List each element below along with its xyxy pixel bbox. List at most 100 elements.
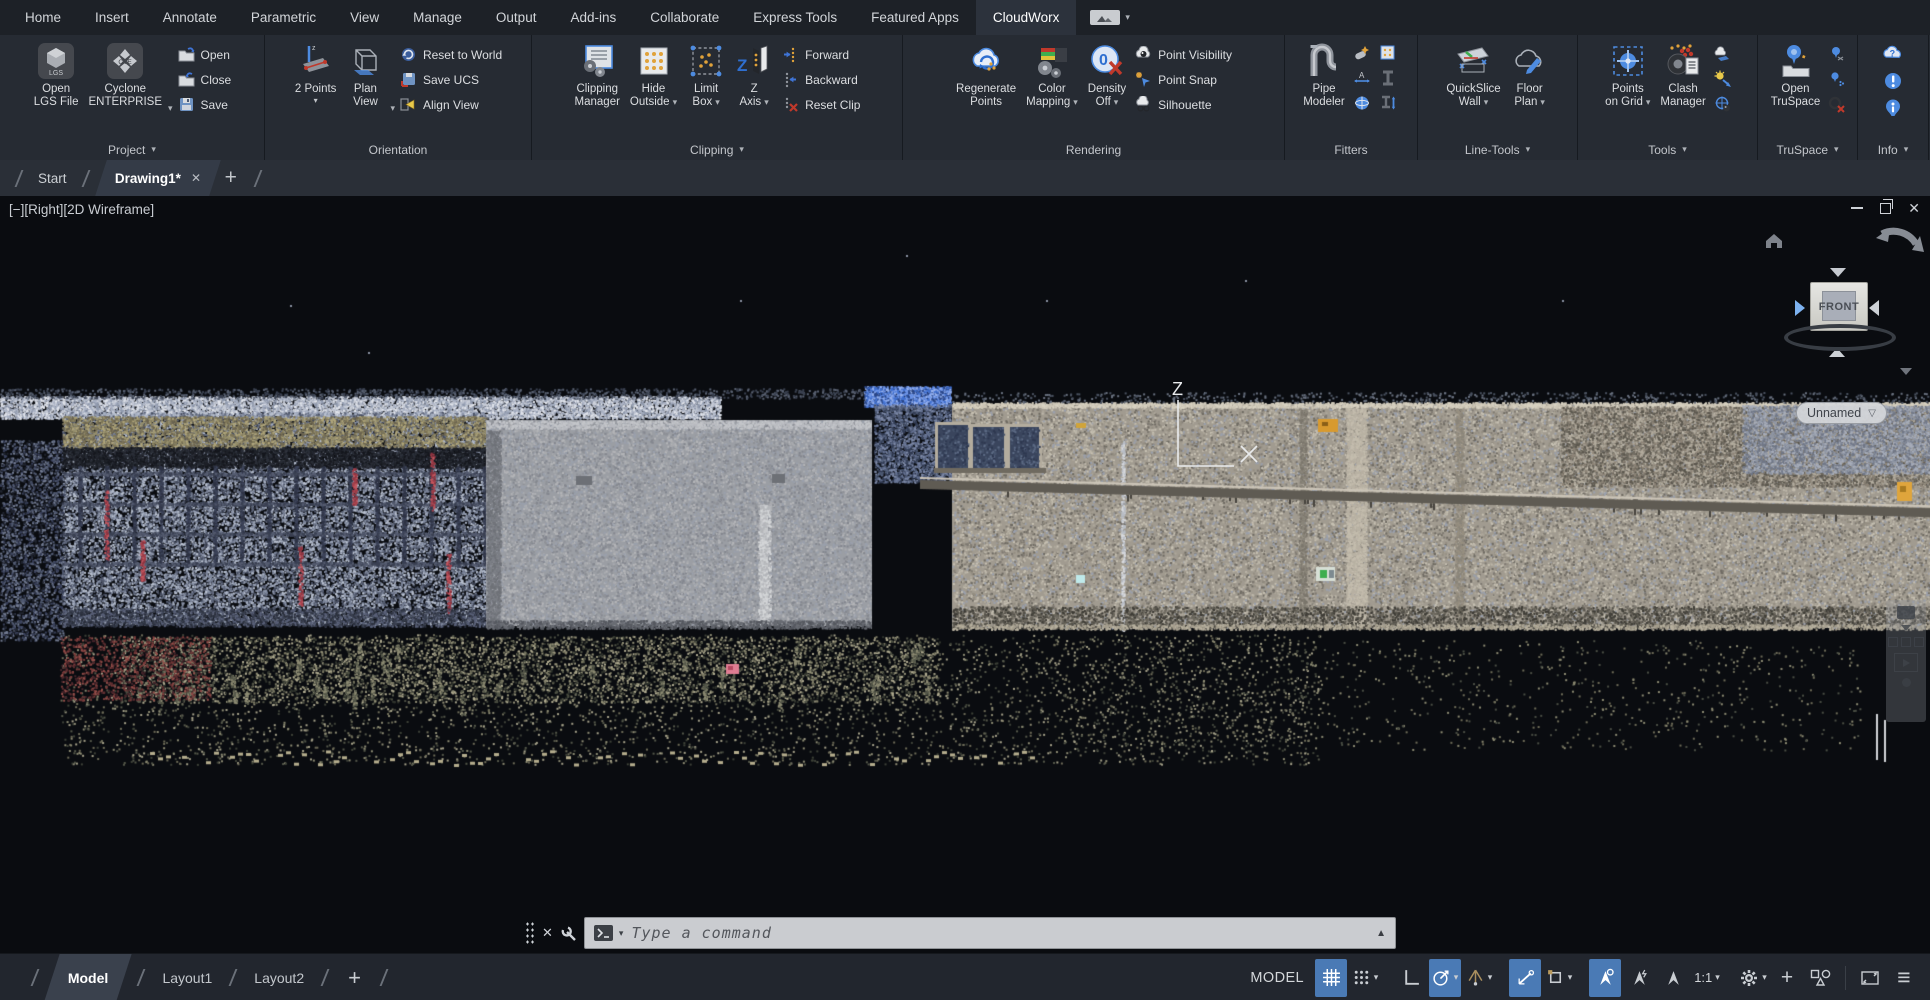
- silhouette-button[interactable]: Silhouette: [1132, 92, 1235, 117]
- status-menu-button[interactable]: ≡: [1888, 959, 1920, 997]
- steel-beam-button[interactable]: [1377, 67, 1399, 88]
- point-visibility-button[interactable]: Point Visibility: [1132, 42, 1235, 67]
- close-drawing-icon[interactable]: ✕: [191, 171, 201, 185]
- help-button[interactable]: ?: [1882, 43, 1904, 64]
- command-expand-icon[interactable]: ▲: [1376, 928, 1386, 939]
- workspace-switching-button[interactable]: ▾: [1737, 959, 1769, 997]
- close-icon[interactable]: ✕: [1908, 201, 1920, 215]
- limit-box-button[interactable]: Limit Box▾: [683, 38, 729, 139]
- save-ucs-button[interactable]: Save UCS: [397, 67, 505, 92]
- two-points-caret[interactable]: ▾: [314, 97, 318, 105]
- viewcube-right-arrow[interactable]: [1869, 300, 1879, 316]
- plan-view-caret[interactable]: ▾: [390, 104, 395, 113]
- model-viewport[interactable]: [−][Right][2D Wireframe] ✕ FRONT Unnamed…: [0, 196, 1930, 953]
- workspace-caret-icon[interactable]: ▾: [1762, 972, 1767, 983]
- annotation-scale-value[interactable]: 1:1 ▾: [1691, 959, 1723, 997]
- command-history-caret[interactable]: ▾: [619, 928, 624, 939]
- dimension-button[interactable]: A: [1351, 67, 1373, 88]
- truspace-points-button[interactable]: [1826, 68, 1848, 89]
- new-layout-button[interactable]: +: [338, 965, 371, 991]
- osnap-caret-icon[interactable]: ▾: [1568, 972, 1573, 983]
- layout1-tab[interactable]: Layout1: [154, 954, 220, 1000]
- customization-button[interactable]: +: [1771, 959, 1803, 997]
- truview-ghost-toolbar[interactable]: [1886, 600, 1926, 722]
- layout2-tab[interactable]: Layout2: [246, 954, 312, 1000]
- clip-state-pill[interactable]: Unnamed ▽: [1796, 402, 1887, 424]
- command-prompt-icon[interactable]: [594, 925, 613, 941]
- sketch-steel-button[interactable]: [1377, 42, 1399, 63]
- pipe-modeler-button[interactable]: Pipe Modeler: [1299, 38, 1349, 139]
- problem-report-button[interactable]: [1882, 70, 1904, 91]
- annotation-autoscale-toggle[interactable]: [1623, 959, 1655, 997]
- panel-title-truspace[interactable]: TruSpace▾: [1758, 139, 1857, 160]
- clip-forward-button[interactable]: Forward: [779, 42, 863, 67]
- hide-outside-caret[interactable]: ▾: [673, 98, 678, 107]
- color-mapping-caret[interactable]: ▾: [1073, 98, 1078, 107]
- tab-home[interactable]: Home: [8, 0, 78, 35]
- command-bar-grip[interactable]: [524, 920, 535, 946]
- navbar-collapse-arrow[interactable]: [1900, 368, 1912, 375]
- snap-mode-toggle[interactable]: ▾: [1349, 959, 1381, 997]
- points-on-grid-caret[interactable]: ▾: [1646, 98, 1651, 107]
- quickslice-caret[interactable]: ▾: [1484, 98, 1489, 107]
- viewport-controls-label[interactable]: [−][Right][2D Wireframe]: [9, 202, 154, 217]
- open-lgs-file-button[interactable]: LGS Open LGS File: [30, 38, 83, 139]
- panel-title-line-tools[interactable]: Line-Tools▾: [1418, 139, 1577, 160]
- ortho-toggle[interactable]: [1395, 959, 1427, 997]
- density-off-button[interactable]: 0 Density Off▾: [1084, 38, 1130, 139]
- truspace-off-button[interactable]: [1826, 93, 1848, 114]
- ghost-square-icon[interactable]: [1888, 637, 1898, 647]
- clipping-manager-button[interactable]: Clipping Manager: [571, 38, 624, 139]
- point-snap-button[interactable]: Point Snap: [1132, 67, 1235, 92]
- tab-cloudworx[interactable]: CloudWorx: [976, 0, 1077, 35]
- two-points-button[interactable]: z 2 Points ▾: [291, 38, 341, 139]
- viewcube-top-arrow[interactable]: [1830, 268, 1846, 277]
- hide-outside-button[interactable]: Hide Outside▾: [626, 38, 681, 139]
- polar-tracking-toggle[interactable]: ▾: [1429, 959, 1461, 997]
- light-wand-button[interactable]: [1712, 68, 1734, 89]
- cyclone-dropdown-caret[interactable]: ▾: [168, 104, 173, 113]
- z-axis-button[interactable]: Z Z Axis▾: [731, 38, 777, 139]
- color-mapping-button[interactable]: Color Mapping▾: [1022, 38, 1082, 139]
- density-caret[interactable]: ▾: [1114, 98, 1119, 107]
- viewcube-home-icon[interactable]: [1764, 232, 1784, 250]
- snap-caret-icon[interactable]: ▾: [1374, 972, 1379, 983]
- tab-annotate[interactable]: Annotate: [146, 0, 234, 35]
- minimize-icon[interactable]: [1851, 207, 1863, 209]
- truspace-view-button[interactable]: [1826, 43, 1848, 64]
- panel-title-orientation[interactable]: Orientation: [265, 139, 531, 160]
- polar-caret-icon[interactable]: ▾: [1454, 972, 1459, 983]
- new-drawing-button[interactable]: +: [217, 160, 245, 196]
- ghost-square-icon[interactable]: [1914, 637, 1924, 647]
- project-save-button[interactable]: Save: [175, 92, 235, 117]
- isodraft-toggle[interactable]: ▾: [1463, 959, 1495, 997]
- viewcube-left-arrow[interactable]: [1795, 300, 1805, 316]
- point-cloud-canvas[interactable]: [0, 196, 1930, 953]
- ghost-caret-icon[interactable]: [1901, 625, 1911, 631]
- tab-view[interactable]: View: [333, 0, 396, 35]
- align-view-button[interactable]: Align View: [397, 92, 505, 117]
- viewcube-orbit-arrow-icon[interactable]: [1872, 222, 1926, 270]
- annotation-visibility-toggle[interactable]: [1589, 959, 1621, 997]
- tab-collaborate[interactable]: Collaborate: [633, 0, 736, 35]
- open-truspace-button[interactable]: Open TruSpace: [1767, 38, 1824, 139]
- limit-box-caret[interactable]: ▾: [715, 98, 720, 107]
- grid-display-toggle[interactable]: [1315, 959, 1347, 997]
- panel-title-rendering[interactable]: Rendering: [903, 139, 1284, 160]
- fit-sphere-button[interactable]: [1351, 92, 1373, 113]
- project-close-button[interactable]: Close: [175, 67, 235, 92]
- plane-points-button[interactable]: [1712, 43, 1734, 64]
- z-axis-caret[interactable]: ▾: [764, 98, 769, 107]
- tab-output[interactable]: Output: [479, 0, 554, 35]
- regenerate-points-button[interactable]: Regenerate Points: [952, 38, 1020, 139]
- quickslice-wall-button[interactable]: QuickSlice Wall▾: [1442, 38, 1504, 139]
- annotation-scale-sync-toggle[interactable]: [1657, 959, 1689, 997]
- floor-plan-caret[interactable]: ▾: [1540, 98, 1545, 107]
- tab-add-ins[interactable]: Add-ins: [553, 0, 633, 35]
- about-button[interactable]: [1882, 97, 1904, 118]
- clean-screen-button[interactable]: [1854, 959, 1886, 997]
- tab-manage[interactable]: Manage: [396, 0, 479, 35]
- panel-title-info[interactable]: Info▾: [1858, 139, 1928, 160]
- ghost-play-button[interactable]: [1894, 653, 1918, 672]
- tab-featured-apps[interactable]: Featured Apps: [854, 0, 976, 35]
